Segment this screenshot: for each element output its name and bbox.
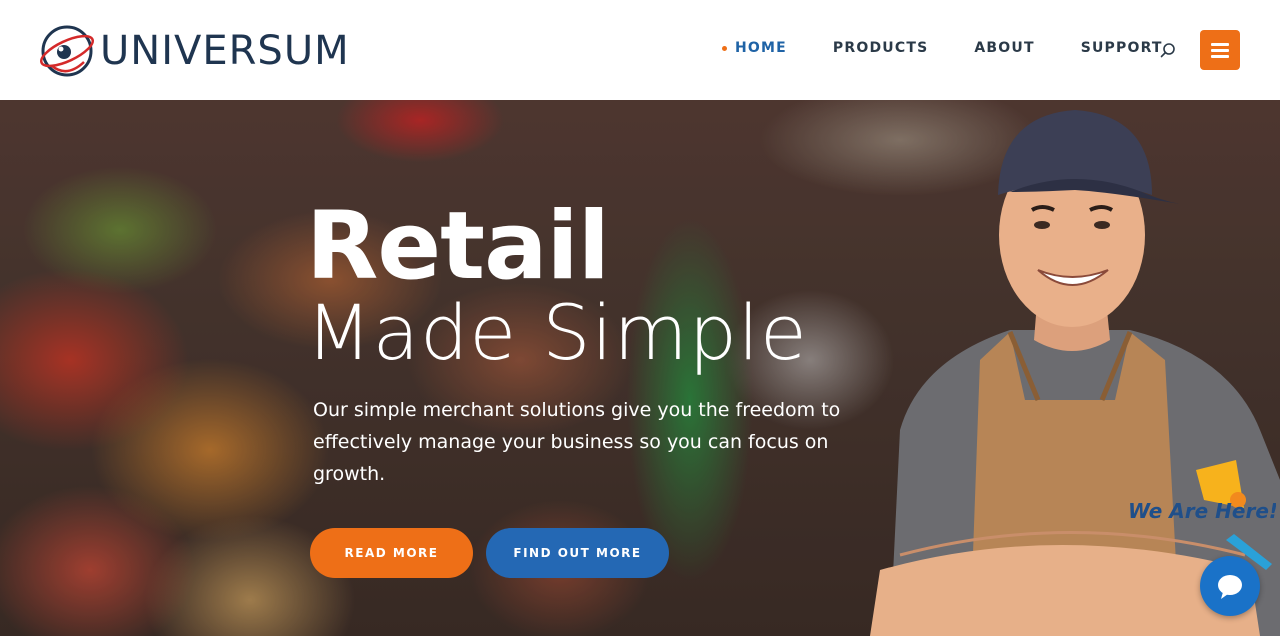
hero-title-secondary: Made Simple [306, 288, 808, 377]
hero-title-primary: Retail [306, 192, 610, 301]
nav-item-about[interactable]: ABOUT [974, 40, 1034, 56]
chat-button[interactable] [1200, 556, 1260, 616]
nav-item-label: PRODUCTS [832, 40, 929, 56]
chat-bubble-icon [1218, 575, 1242, 599]
active-indicator-dot [722, 45, 727, 51]
megaphone-icon[interactable]: We Are Here! [1126, 460, 1276, 580]
nav-item-support[interactable]: SUPPORT [1081, 40, 1163, 56]
read-more-button[interactable]: READ MORE [310, 528, 473, 578]
nav-item-label: HOME [735, 40, 787, 56]
logo-link[interactable]: UNIVERSUM [38, 22, 350, 80]
promo-label: We Are Here! [1128, 499, 1276, 523]
brand-name: UNIVERSUM [100, 28, 350, 74]
nav-item-home[interactable]: HOME [722, 40, 787, 56]
find-out-more-button[interactable]: FIND OUT MORE [486, 528, 669, 578]
nav-item-products[interactable]: PRODUCTS [833, 40, 928, 56]
nav-item-label: SUPPORT [1080, 40, 1163, 56]
nav-item-label: ABOUT [974, 40, 1035, 56]
hamburger-icon [1211, 54, 1229, 58]
main-nav: HOME PRODUCTS ABOUT SUPPORT [722, 40, 1209, 56]
universum-logo-icon [40, 25, 94, 77]
hamburger-icon [1211, 48, 1229, 52]
hero-description: Our simple merchant solutions give you t… [313, 399, 841, 485]
menu-button[interactable] [1200, 30, 1240, 70]
site-header: UNIVERSUM HOME PRODUCTS ABOUT SUPPORT [0, 0, 1280, 100]
hamburger-icon [1211, 42, 1229, 46]
hero-section: Retail Made Simple Our simple merchant s… [0, 100, 1280, 636]
search-icon[interactable] [1160, 42, 1176, 58]
